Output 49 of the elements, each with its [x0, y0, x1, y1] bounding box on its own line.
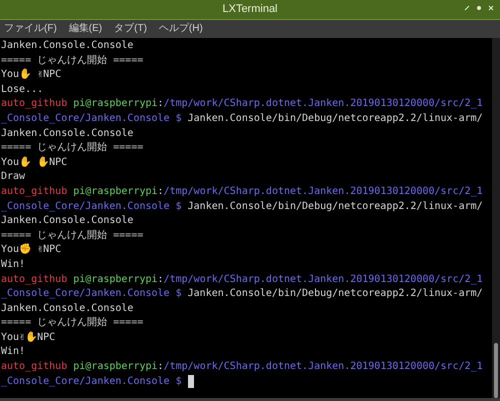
- prompt-path: /tmp/work/CSharp.dotnet.Janken.20190130120000/src/2_1: [164, 97, 483, 112]
- output-text: ===== じゃんけん開始 =====: [1, 141, 144, 156]
- output-text: You✊ ✌NPC: [1, 243, 62, 258]
- prompt-user: auto_github: [1, 184, 68, 199]
- prompt-user: auto_github: [1, 360, 68, 374]
- menu-item[interactable]: ヘルプ(H): [158, 24, 203, 34]
- prompt-user: auto_github: [1, 97, 68, 112]
- command-text: Janken.Console/bin/Debug/netcoreapp2.2/linux-arm/: [188, 287, 483, 302]
- output-text: Win!: [1, 345, 26, 360]
- command-text: Janken.Console/bin/Debug/netcoreapp2.2/linux-arm/: [188, 200, 483, 214]
- prompt-path: _Console_Core/Janken.Console $: [1, 374, 182, 389]
- prompt-path: /tmp/work/CSharp.dotnet.Janken.20190130120000/src/2_1: [164, 272, 483, 286]
- output-text: ===== じゃんけん開始 =====: [1, 54, 144, 68]
- prompt-path: _Console_Core/Janken.Console $: [1, 112, 182, 126]
- output-text: Janken.Console.Console: [1, 302, 134, 316]
- menu-item[interactable]: ファイル(F): [4, 24, 57, 34]
- output-text: You✋ ✌NPC: [1, 68, 62, 82]
- prompt-user: auto_github: [1, 272, 68, 286]
- window-title: LXTerminal: [222, 2, 278, 18]
- output-text: :: [158, 360, 164, 374]
- close-icon[interactable]: [488, 5, 494, 11]
- prompt-path: _Console_Core/Janken.Console $: [1, 200, 182, 214]
- prompt-host: pi@raspberrypi: [73, 97, 158, 112]
- prompt-path: /tmp/work/CSharp.dotnet.Janken.20190130120000/src/2_1: [164, 184, 483, 199]
- output-text: Lose...: [1, 82, 44, 97]
- output-text: Janken.Console.Console: [1, 214, 134, 228]
- maximize-icon[interactable]: [476, 5, 482, 11]
- prompt-path: /tmp/work/CSharp.dotnet.Janken.20190130120000/src/2_1: [164, 360, 483, 374]
- output-text: You✌✋NPC: [1, 330, 56, 345]
- output-text: You✋ ✋NPC: [1, 156, 68, 170]
- output-text: Draw: [1, 170, 26, 184]
- prompt-path: _Console_Core/Janken.Console $: [1, 287, 182, 302]
- command-text: Janken.Console/bin/Debug/netcoreapp2.2/linux-arm/: [188, 112, 483, 126]
- minimize-icon[interactable]: [464, 5, 470, 11]
- output-text: Win!: [1, 258, 26, 272]
- prompt-host: pi@raspberrypi: [73, 184, 158, 199]
- output-text: ===== じゃんけん開始 =====: [1, 228, 144, 243]
- output-text: :: [158, 97, 164, 112]
- menu-item[interactable]: タブ(T): [114, 24, 147, 34]
- scrollbar[interactable]: [492, 38, 500, 398]
- output-text: Janken.Console.Console: [1, 39, 134, 53]
- prompt-host: pi@raspberrypi: [73, 360, 158, 374]
- scrollbar-thumb[interactable]: [494, 343, 498, 398]
- menu-item[interactable]: 編集(E): [68, 24, 102, 34]
- output-text: :: [158, 184, 164, 199]
- prompt-host: pi@raspberrypi: [73, 272, 158, 286]
- output-text: ===== じゃんけん開始 =====: [1, 316, 144, 330]
- output-text: Janken.Console.Console: [1, 126, 134, 141]
- output-text: :: [158, 272, 164, 286]
